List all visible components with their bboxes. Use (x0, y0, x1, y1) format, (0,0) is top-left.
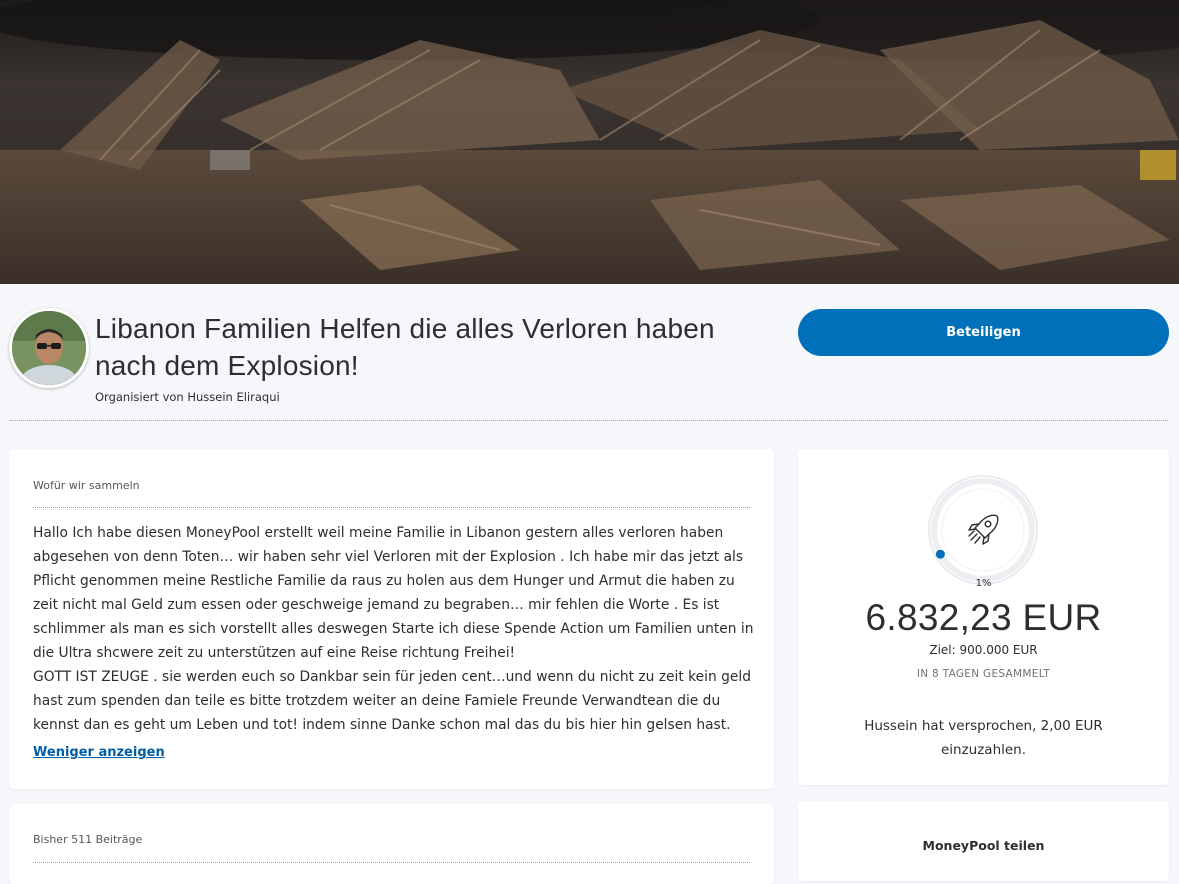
organizer-avatar (9, 308, 89, 388)
campaign-title: Libanon Familien Helfen die alles Verlor… (95, 313, 715, 381)
pledge-text: Hussein hat versprochen, 2,00 EUR einzuz… (864, 718, 1103, 758)
progress-indicator (935, 549, 945, 559)
share-card: MoneyPool teilen (798, 801, 1169, 881)
days-collected: IN 8 TAGEN GESAMMELT (916, 668, 1051, 680)
raised-amount: 6.832,23 EUR (865, 597, 1102, 638)
share-title: MoneyPool teilen (922, 838, 1045, 853)
contributions-divider (33, 862, 750, 863)
header-divider (10, 420, 1168, 421)
contributions-count-label: Bisher 511 Beiträge (33, 833, 143, 846)
story-card: Wofür wir sammeln Hallo Ich habe diesen … (9, 449, 774, 789)
progress-percent: 1% (975, 578, 992, 589)
story-text: Hallo Ich habe diesen MoneyPool erstellt… (33, 525, 754, 733)
organizer-line: Organisiert von Hussein Eliraqui (95, 390, 280, 404)
story-divider (33, 507, 750, 508)
show-less-link[interactable]: Weniger anzeigen (33, 745, 165, 760)
story-section-label: Wofür wir sammeln (33, 479, 140, 492)
hero-image (0, 0, 1179, 284)
progress-card: 1% 6.832,23 EUR Ziel: 900.000 EUR IN 8 T… (798, 449, 1169, 785)
progress-ring (927, 474, 1039, 586)
participate-button[interactable]: Beteiligen (798, 309, 1169, 356)
goal-amount: Ziel: 900.000 EUR (929, 643, 1038, 657)
contributions-card: Bisher 511 Beiträge (9, 804, 774, 884)
